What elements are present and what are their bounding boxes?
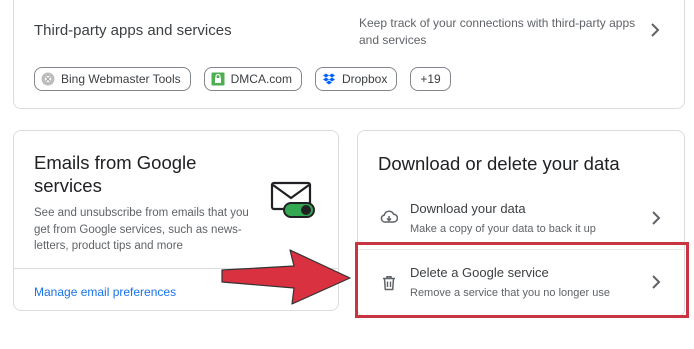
data-card-title: Download or delete your data bbox=[378, 153, 620, 174]
cloud-download-icon bbox=[380, 210, 398, 223]
third-party-apps-card[interactable]: Third-party apps and services Keep track… bbox=[13, 0, 685, 109]
chevron-right-icon[interactable] bbox=[650, 22, 660, 38]
download-title: Download your data bbox=[410, 201, 526, 216]
manage-email-preferences-link[interactable]: Manage email preferences bbox=[34, 285, 176, 299]
highlight-box bbox=[355, 242, 689, 318]
dropbox-icon bbox=[322, 73, 335, 85]
connected-apps-chips: Bing Webmaster Tools DMCA.com Dropbox +1… bbox=[34, 67, 451, 91]
bing-icon bbox=[41, 72, 55, 86]
chip-label: Dropbox bbox=[341, 72, 388, 86]
third-party-title: Third-party apps and services bbox=[34, 22, 232, 39]
mail-toggle-illustration-icon bbox=[270, 181, 315, 218]
chip-label: DMCA.com bbox=[230, 72, 292, 86]
chip-dropbox[interactable]: Dropbox bbox=[314, 67, 398, 91]
third-party-description: Keep track of your connections with thir… bbox=[359, 16, 636, 47]
chip-label: +19 bbox=[420, 72, 441, 86]
dmca-icon bbox=[211, 72, 225, 86]
chip-bing-webmaster-tools[interactable]: Bing Webmaster Tools bbox=[34, 67, 191, 91]
emails-title: Emails from Google services bbox=[34, 152, 197, 196]
chip-more[interactable]: +19 bbox=[410, 67, 451, 91]
red-arrow-icon bbox=[221, 249, 351, 305]
download-subtitle: Make a copy of your data to back it up bbox=[410, 223, 596, 235]
chip-dmca[interactable]: DMCA.com bbox=[203, 67, 302, 91]
chevron-right-icon[interactable] bbox=[651, 210, 661, 226]
chip-label: Bing Webmaster Tools bbox=[61, 72, 181, 86]
